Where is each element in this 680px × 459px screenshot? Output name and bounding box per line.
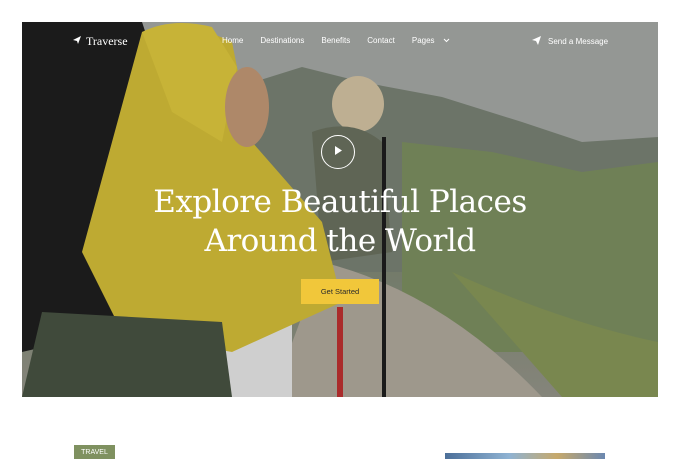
send-message-link[interactable]: Send a Message (532, 36, 608, 47)
hero-banner: Traverse Home Destinations Benefits Cont… (22, 22, 658, 397)
nav-links: Home Destinations Benefits Contact Pages (222, 36, 467, 45)
get-started-button[interactable]: Get Started (301, 279, 379, 304)
card-thumbnail[interactable] (445, 453, 605, 459)
nav-link-destinations[interactable]: Destinations (260, 36, 304, 45)
hero-headline-line2: Around the World (204, 223, 476, 259)
chevron-down-icon (443, 36, 450, 45)
hero-headline-line1: Explore Beautiful Places (153, 184, 527, 220)
category-tag[interactable]: TRAVEL (74, 445, 115, 459)
nav-link-contact[interactable]: Contact (367, 36, 395, 45)
nav-link-benefits[interactable]: Benefits (321, 36, 350, 45)
nav-link-home[interactable]: Home (222, 36, 243, 45)
send-message-label: Send a Message (548, 37, 609, 46)
play-video-button[interactable] (321, 135, 355, 169)
brand-name: Traverse (86, 34, 128, 48)
hero-headline: Explore Beautiful Places Around the Worl… (22, 183, 658, 261)
nav-link-pages-label: Pages (411, 36, 435, 45)
top-nav: Traverse Home Destinations Benefits Cont… (22, 22, 658, 60)
plane-icon (72, 34, 82, 49)
play-icon (333, 143, 343, 161)
brand-logo[interactable]: Traverse (72, 34, 128, 49)
nav-link-pages[interactable]: Pages (412, 36, 450, 45)
paper-plane-icon (532, 36, 541, 47)
